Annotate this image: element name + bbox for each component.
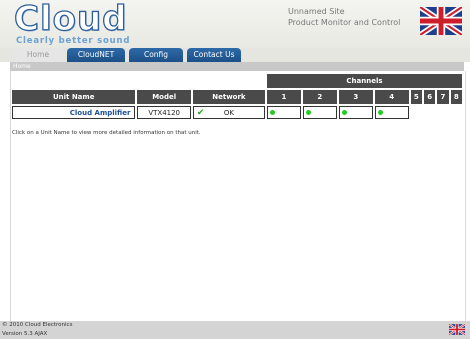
table-row: Cloud Amplifier VTX4120 ✔ OK xyxy=(12,106,462,119)
col-unit-name: Unit Name xyxy=(12,90,136,104)
cloud-logo[interactable]: Cloud Clearly better sound xyxy=(13,0,129,46)
col-channel-4: 4 xyxy=(374,90,409,104)
site-subtitle: Product Monitor and Control xyxy=(288,18,401,27)
col-channel-6: 6 xyxy=(423,90,436,104)
col-channel-2: 2 xyxy=(302,90,337,104)
breadcrumb: Home xyxy=(13,63,31,70)
col-network: Network xyxy=(192,90,265,104)
status-dot-icon xyxy=(341,110,347,115)
tab-home[interactable]: Home xyxy=(13,48,63,62)
info-text: Click on a Unit Name to view more detail… xyxy=(12,130,201,136)
col-model: Model xyxy=(137,90,191,104)
tab-cloudnet[interactable]: CloudNET xyxy=(67,48,125,62)
unit-name-link[interactable]: Cloud Amplifier xyxy=(12,106,136,119)
col-channel-5: 5 xyxy=(410,90,422,104)
union-jack-flag-small-icon[interactable] xyxy=(449,324,465,335)
channel-8-empty xyxy=(451,106,462,119)
page: Cloud Clearly better sound Unnamed Site … xyxy=(0,0,470,339)
network-status-text: OK xyxy=(223,108,234,117)
channel-7-empty xyxy=(437,106,448,119)
site-name: Unnamed Site xyxy=(288,7,345,16)
units-table: Channels Unit Name Model Network 1 2 3 4… xyxy=(10,72,464,121)
status-dot-icon xyxy=(377,110,383,115)
logo-word: Cloud xyxy=(13,0,128,39)
status-dot-icon xyxy=(269,110,275,115)
copyright-text: © 2010 Cloud Electronics xyxy=(2,322,73,328)
channels-group-header: Channels xyxy=(266,74,462,88)
col-channel-7: 7 xyxy=(437,90,449,104)
tab-config[interactable]: Config xyxy=(129,48,183,62)
tab-contact-us[interactable]: Contact Us xyxy=(187,48,241,62)
network-status-cell: ✔ OK xyxy=(192,106,265,119)
status-dot-icon xyxy=(305,110,311,115)
unit-model: VTX4120 xyxy=(137,106,191,119)
logo-tagline: Clearly better sound xyxy=(16,36,131,46)
col-channel-8: 8 xyxy=(450,90,462,104)
channel-4-status xyxy=(374,106,409,119)
col-channel-1: 1 xyxy=(266,90,301,104)
channel-1-status xyxy=(266,106,301,119)
channel-6-empty xyxy=(424,106,435,119)
col-channel-3: 3 xyxy=(338,90,373,104)
union-jack-flag-icon[interactable] xyxy=(420,7,462,35)
version-text: Version 5.3 AJAX xyxy=(2,331,48,337)
breadcrumb-bar xyxy=(10,62,464,71)
channel-3-status xyxy=(338,106,373,119)
checkmark-icon: ✔ xyxy=(196,107,205,118)
channel-5-empty xyxy=(411,106,422,119)
channel-2-status xyxy=(302,106,337,119)
header-spacer xyxy=(12,74,265,88)
